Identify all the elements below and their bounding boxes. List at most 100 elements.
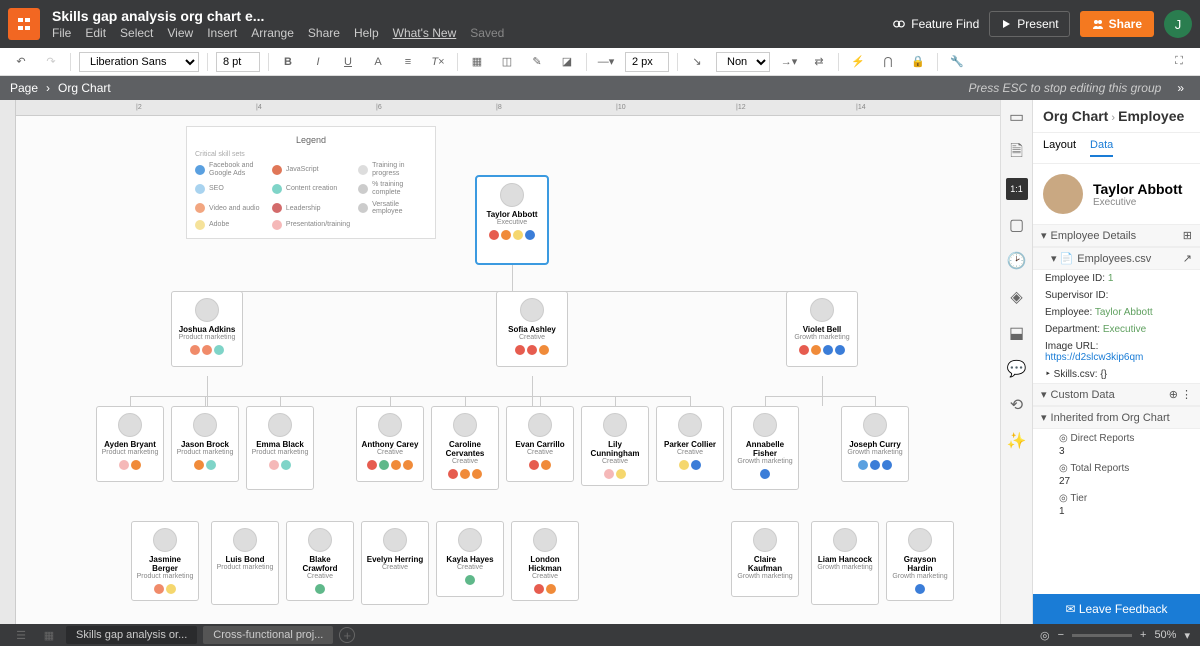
feedback-button[interactable]: ✉ Leave Feedback bbox=[1033, 594, 1200, 624]
select-tool-icon[interactable]: ▭ bbox=[1006, 106, 1028, 128]
org-card[interactable]: Annabelle FisherGrowth marketing bbox=[731, 406, 799, 490]
fill-icon[interactable]: ▦ bbox=[466, 51, 488, 73]
org-card[interactable]: Ayden BryantProduct marketing bbox=[96, 406, 164, 482]
collapse-panel-icon[interactable]: » bbox=[1171, 81, 1190, 95]
list-view-icon[interactable]: ☰ bbox=[10, 624, 32, 646]
user-avatar[interactable]: J bbox=[1164, 10, 1192, 38]
arrow-end-icon[interactable]: →▾ bbox=[778, 51, 800, 73]
menu-select[interactable]: Select bbox=[120, 26, 153, 40]
skill-dots bbox=[119, 460, 141, 470]
zoom-out-icon[interactable]: − bbox=[1058, 629, 1064, 641]
menu-whatsnew[interactable]: What's New bbox=[393, 26, 457, 40]
org-card[interactable]: Luis BondProduct marketing bbox=[211, 521, 279, 605]
org-card[interactable]: London HickmanCreative bbox=[511, 521, 579, 601]
connector bbox=[130, 396, 131, 406]
presentation-icon[interactable]: ▢ bbox=[1006, 214, 1028, 236]
card-role: Creative bbox=[377, 449, 403, 456]
menu-edit[interactable]: Edit bbox=[85, 26, 106, 40]
underline-icon[interactable]: U bbox=[337, 51, 359, 73]
bolt-icon[interactable]: ⚡ bbox=[847, 51, 869, 73]
present-button[interactable]: Present bbox=[989, 11, 1069, 37]
text-color-icon[interactable]: A bbox=[367, 51, 389, 73]
fullscreen-icon[interactable]: ⛶ bbox=[1168, 51, 1190, 73]
layers-icon[interactable]: ◈ bbox=[1006, 286, 1028, 308]
menu-insert[interactable]: Insert bbox=[207, 26, 237, 40]
doc-title[interactable]: Skills gap analysis org chart e... bbox=[52, 8, 892, 24]
fontsize-input[interactable] bbox=[216, 52, 260, 72]
tab-doc-2[interactable]: Cross-functional proj... bbox=[203, 626, 333, 644]
org-card[interactable]: Evan CarrilloCreative bbox=[506, 406, 574, 482]
section-inherited[interactable]: ▾ Inherited from Org Chart bbox=[1033, 406, 1200, 429]
target-icon[interactable]: ◎ bbox=[1040, 629, 1050, 642]
history-icon[interactable]: 🕑 bbox=[1006, 250, 1028, 272]
share-button[interactable]: Share bbox=[1080, 11, 1154, 37]
zoom-in-icon[interactable]: + bbox=[1140, 629, 1146, 641]
badge-icon[interactable]: 1:1 bbox=[1006, 178, 1028, 200]
line-color-icon[interactable]: ✎ bbox=[526, 51, 548, 73]
org-card[interactable]: Parker CollierCreative bbox=[656, 406, 724, 482]
zoom-value[interactable]: 50% bbox=[1154, 629, 1176, 641]
tab-layout[interactable]: Layout bbox=[1043, 139, 1076, 157]
linewidth-input[interactable] bbox=[625, 52, 669, 72]
org-card[interactable]: Jasmine BergerProduct marketing bbox=[131, 521, 199, 601]
csv-source[interactable]: ▾ 📄 Employees.csv↗ bbox=[1033, 247, 1200, 270]
align-icon[interactable]: ≡ bbox=[397, 51, 419, 73]
org-card[interactable]: Joseph CurryGrowth marketing bbox=[841, 406, 909, 482]
menu-help[interactable]: Help bbox=[354, 26, 379, 40]
shape-style-icon[interactable]: ◪ bbox=[556, 51, 578, 73]
lock-icon[interactable]: 🔒 bbox=[907, 51, 929, 73]
panel-crumb1[interactable]: Org Chart bbox=[1043, 108, 1108, 124]
crumb-chart[interactable]: Org Chart bbox=[58, 81, 111, 95]
menu-file[interactable]: File bbox=[52, 26, 71, 40]
org-card[interactable]: Taylor AbbottExecutive bbox=[476, 176, 548, 264]
grid-view-icon[interactable]: ▦ bbox=[38, 624, 60, 646]
bold-icon[interactable]: B bbox=[277, 51, 299, 73]
wrench-icon[interactable]: 🔧 bbox=[946, 51, 968, 73]
redo-icon[interactable]: ↷ bbox=[40, 51, 62, 73]
crumb-page[interactable]: Page bbox=[10, 81, 38, 95]
comment-icon[interactable]: 💬 bbox=[1006, 358, 1028, 380]
font-select[interactable]: Liberation Sans bbox=[79, 52, 199, 72]
zoom-slider[interactable] bbox=[1072, 634, 1132, 637]
data-icon[interactable]: ⬓ bbox=[1006, 322, 1028, 344]
section-employee-details[interactable]: ▾ Employee Details⊞ bbox=[1033, 224, 1200, 247]
org-card[interactable]: Blake CrawfordCreative bbox=[286, 521, 354, 601]
tab-data[interactable]: Data bbox=[1090, 139, 1113, 157]
note-icon[interactable]: 🗎 bbox=[1006, 142, 1028, 164]
menu-share[interactable]: Share bbox=[308, 26, 340, 40]
org-card[interactable]: Grayson HardinGrowth marketing bbox=[886, 521, 954, 601]
clear-format-icon[interactable]: T× bbox=[427, 51, 449, 73]
italic-icon[interactable]: I bbox=[307, 51, 329, 73]
org-card[interactable]: Caroline CervantesCreative bbox=[431, 406, 499, 490]
magnet-icon[interactable]: ⋂ bbox=[877, 51, 899, 73]
org-card[interactable]: Claire KaufmanGrowth marketing bbox=[731, 521, 799, 597]
org-card[interactable]: Violet BellGrowth marketing bbox=[786, 291, 858, 367]
feature-find[interactable]: Feature Find bbox=[892, 17, 979, 31]
org-card[interactable]: Jason BrockProduct marketing bbox=[171, 406, 239, 482]
add-tab-icon[interactable]: + bbox=[339, 627, 355, 643]
menu-arrange[interactable]: Arrange bbox=[251, 26, 294, 40]
magic-icon[interactable]: ✨ bbox=[1006, 430, 1028, 452]
swap-icon[interactable]: ⇄ bbox=[808, 51, 830, 73]
legend-item: Training in progress bbox=[358, 162, 427, 177]
section-custom-data[interactable]: ▾ Custom Data⊕ ⋮ bbox=[1033, 383, 1200, 406]
org-card[interactable]: Kayla HayesCreative bbox=[436, 521, 504, 597]
fill-select[interactable]: None bbox=[716, 52, 770, 72]
menu-view[interactable]: View bbox=[167, 26, 193, 40]
undo-icon[interactable]: ↶ bbox=[10, 51, 32, 73]
org-card[interactable]: Sofia AshleyCreative bbox=[496, 291, 568, 367]
arrow-start-icon[interactable]: ↘ bbox=[686, 51, 708, 73]
org-card[interactable]: Anthony CareyCreative bbox=[356, 406, 424, 482]
border-icon[interactable]: ◫ bbox=[496, 51, 518, 73]
canvas[interactable]: |2|4|6|8|10|12|14 Legend Critical skill … bbox=[16, 100, 1000, 624]
org-card[interactable]: Lily CunninghamCreative bbox=[581, 406, 649, 486]
sync-icon[interactable]: ⟲ bbox=[1006, 394, 1028, 416]
org-card[interactable]: Joshua AdkinsProduct marketing bbox=[171, 291, 243, 367]
org-card[interactable]: Emma BlackProduct marketing bbox=[246, 406, 314, 490]
panel-crumb2[interactable]: Employee bbox=[1118, 108, 1184, 124]
org-card[interactable]: Evelyn HerringCreative bbox=[361, 521, 429, 605]
tab-doc-1[interactable]: Skills gap analysis or... bbox=[66, 626, 197, 644]
org-card[interactable]: Liam HancockGrowth marketing bbox=[811, 521, 879, 605]
line-style-icon[interactable]: —▾ bbox=[595, 51, 617, 73]
app-logo[interactable] bbox=[8, 8, 40, 40]
